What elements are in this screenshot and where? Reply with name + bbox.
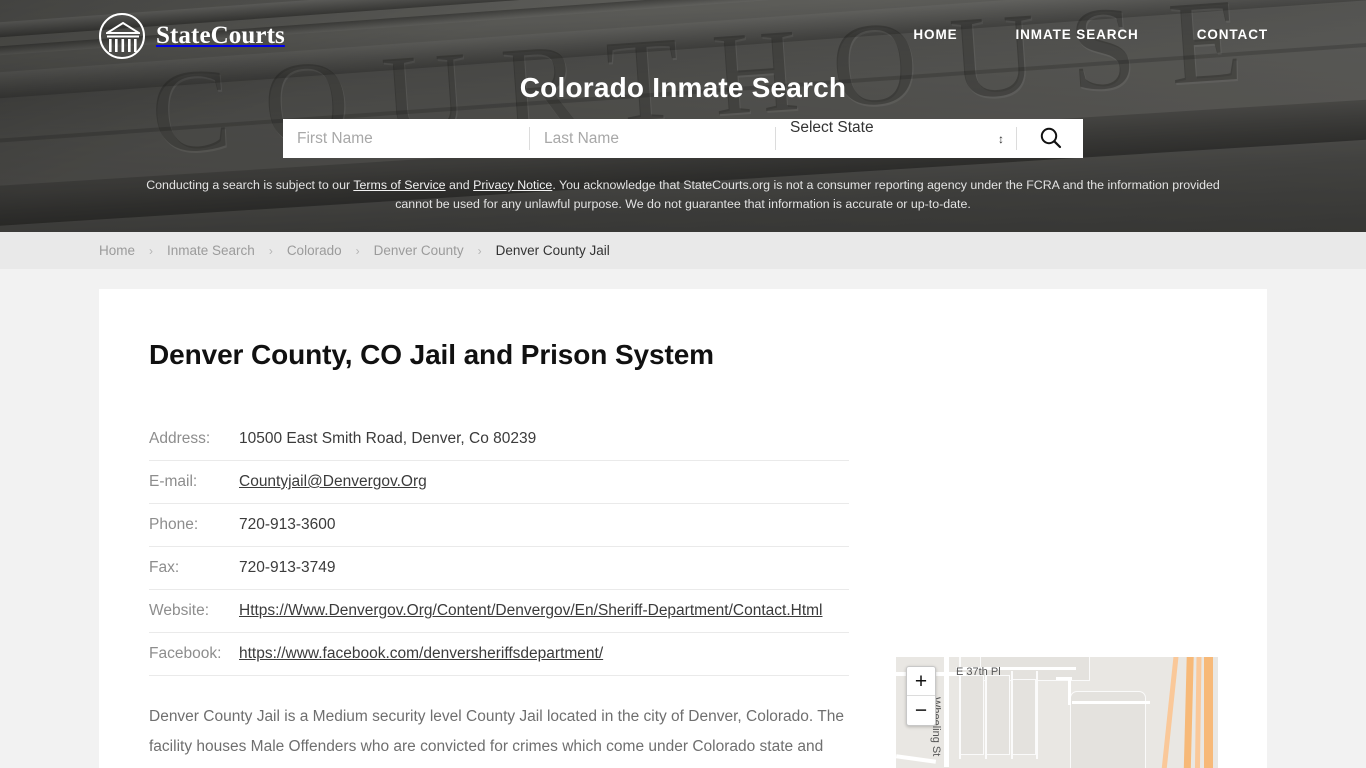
row-value-fax: 720-913-3749 bbox=[239, 546, 849, 590]
page-title: Colorado Inmate Search bbox=[519, 72, 847, 103]
map-zoom-controls[interactable]: + − bbox=[906, 666, 936, 726]
breadcrumb-separator: › bbox=[268, 243, 273, 258]
map-block bbox=[960, 675, 984, 755]
table-row: Address: 10500 East Smith Road, Denver, … bbox=[149, 418, 849, 461]
zoom-out-button[interactable]: − bbox=[907, 696, 935, 725]
breadcrumb-item-current: Denver County Jail bbox=[495, 243, 610, 258]
map-road bbox=[1036, 671, 1038, 759]
facility-description: Denver County Jail is a Medium security … bbox=[149, 708, 844, 755]
row-label-fax: Fax: bbox=[149, 546, 239, 590]
row-value-website: Https://Www.Denvergov.Org/Content/Denver… bbox=[239, 589, 849, 633]
row-value-address: 10500 East Smith Road, Denver, Co 80239 bbox=[239, 418, 849, 461]
facility-title: Denver County, CO Jail and Prison System bbox=[149, 339, 714, 370]
map-road bbox=[1068, 677, 1071, 705]
map-road bbox=[985, 667, 987, 759]
page-body: Denver County, CO Jail and Prison System… bbox=[0, 269, 1366, 768]
nav-inmate-search[interactable]: INMATE SEARCH bbox=[1016, 27, 1139, 42]
breadcrumb-item-colorado[interactable]: Colorado bbox=[287, 243, 342, 258]
map-label-e-37th-pl: E 37th Pl bbox=[956, 666, 1001, 678]
map-road bbox=[1072, 701, 1150, 704]
map-block bbox=[986, 675, 1010, 755]
state-select[interactable]: Select State bbox=[776, 119, 1016, 136]
privacy-notice-link[interactable]: Privacy Notice bbox=[473, 178, 552, 192]
facebook-link[interactable]: https://www.facebook.com/denversheriffsd… bbox=[239, 645, 603, 662]
table-row: Website: Https://Www.Denvergov.Org/Conte… bbox=[149, 589, 849, 633]
breadcrumb-item-denver-county[interactable]: Denver County bbox=[374, 243, 464, 258]
breadcrumb-separator: › bbox=[149, 243, 154, 258]
row-label-address: Address: bbox=[149, 418, 239, 461]
row-value-phone: 720-913-3600 bbox=[239, 503, 849, 547]
breadcrumb-item-home[interactable]: Home bbox=[99, 243, 135, 258]
search-disclaimer: Conducting a search is subject to our Te… bbox=[131, 176, 1235, 214]
map-canvas[interactable]: + − E 37th Pl Wheeling St mith Rd E Smit… bbox=[896, 657, 1218, 768]
map-road bbox=[1011, 671, 1013, 759]
facility-info-table: Address: 10500 East Smith Road, Denver, … bbox=[149, 418, 849, 676]
table-row: E-mail: Countyjail@Denvergov.Org bbox=[149, 460, 849, 504]
table-row: Fax: 720-913-3749 bbox=[149, 546, 849, 590]
site-logo-link[interactable]: StateCourts bbox=[99, 13, 285, 59]
content-card: Denver County, CO Jail and Prison System… bbox=[99, 289, 1267, 768]
brand-name: StateCourts bbox=[156, 22, 285, 49]
website-link[interactable]: Https://Www.Denvergov.Org/Content/Denver… bbox=[239, 602, 823, 619]
courthouse-icon bbox=[99, 13, 145, 59]
first-name-input[interactable] bbox=[283, 119, 529, 158]
breadcrumb-item-inmate-search[interactable]: Inmate Search bbox=[167, 243, 255, 258]
email-link[interactable]: Countyjail@Denvergov.Org bbox=[239, 473, 427, 490]
table-row: Facebook: https://www.facebook.com/denve… bbox=[149, 632, 849, 676]
nav-contact[interactable]: CONTACT bbox=[1197, 27, 1268, 42]
site-header: COURTHOUSE StateCourts HOME INMATE SEARC… bbox=[0, 0, 1366, 232]
breadcrumb-separator: › bbox=[355, 243, 360, 258]
row-label-facebook: Facebook: bbox=[149, 632, 239, 676]
location-map[interactable]: + − E 37th Pl Wheeling St mith Rd E Smit… bbox=[896, 657, 1218, 768]
map-road bbox=[1056, 677, 1072, 680]
primary-nav: HOME INMATE SEARCH CONTACT bbox=[913, 27, 1268, 42]
inmate-search-form: Select State ↕ bbox=[283, 119, 1083, 158]
disclaimer-part-1: Conducting a search is subject to our bbox=[146, 178, 354, 192]
map-block bbox=[1012, 679, 1036, 755]
row-label-phone: Phone: bbox=[149, 503, 239, 547]
row-label-email: E-mail: bbox=[149, 460, 239, 504]
disclaimer-part-2: and bbox=[445, 178, 474, 192]
zoom-in-button[interactable]: + bbox=[907, 667, 935, 696]
row-value-email: Countyjail@Denvergov.Org bbox=[239, 460, 849, 504]
breadcrumb-bar: Home › Inmate Search › Colorado › Denver… bbox=[0, 232, 1366, 269]
search-icon bbox=[1039, 126, 1062, 152]
table-row: Phone: 720-913-3600 bbox=[149, 503, 849, 547]
breadcrumb: Home › Inmate Search › Colorado › Denver… bbox=[99, 243, 610, 258]
search-button[interactable] bbox=[1017, 119, 1083, 158]
row-value-facebook: https://www.facebook.com/denversheriffsd… bbox=[239, 632, 849, 676]
nav-home[interactable]: HOME bbox=[913, 27, 957, 42]
facility-details-column: Address: 10500 East Smith Road, Denver, … bbox=[149, 418, 849, 768]
last-name-input[interactable] bbox=[530, 119, 775, 158]
map-highway bbox=[1204, 657, 1213, 768]
row-label-website: Website: bbox=[149, 589, 239, 633]
terms-of-service-link[interactable]: Terms of Service bbox=[353, 178, 445, 192]
breadcrumb-separator: › bbox=[477, 243, 482, 258]
